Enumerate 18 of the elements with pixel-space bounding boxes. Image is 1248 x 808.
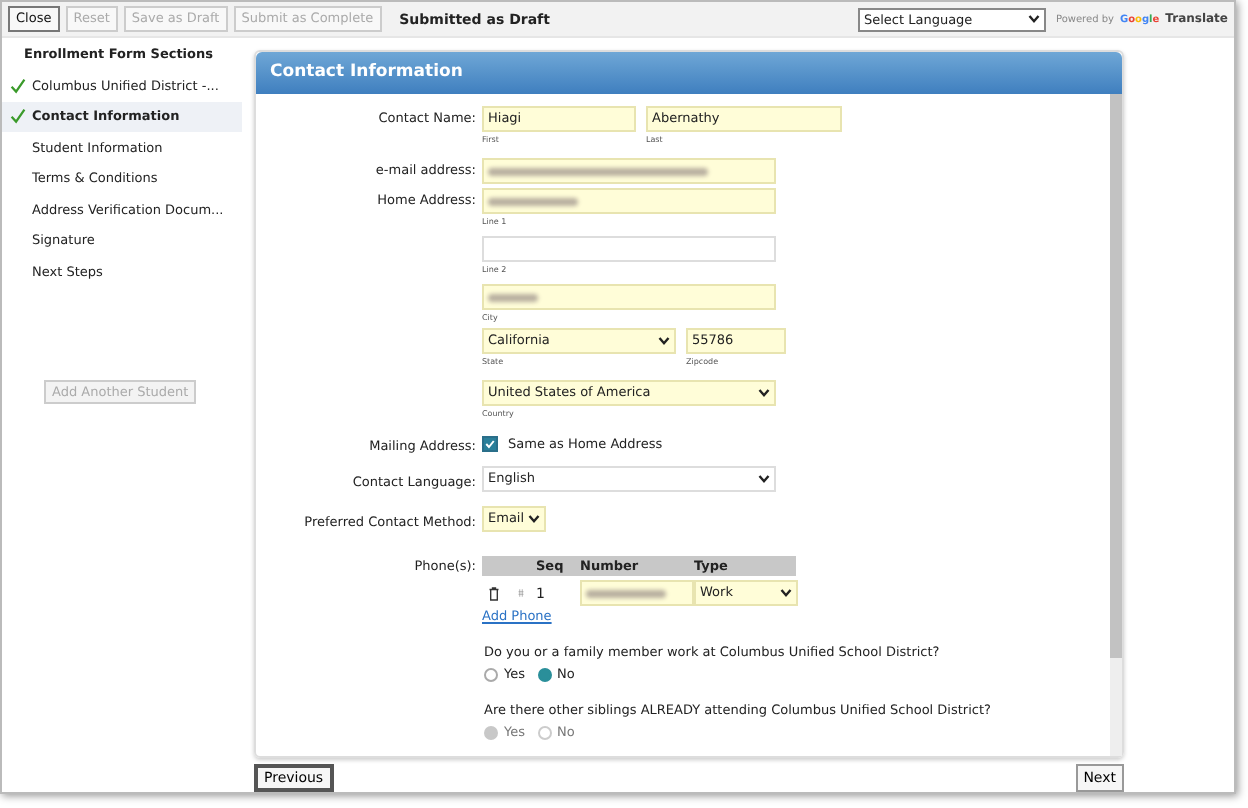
phone-number-field[interactable] [580, 580, 694, 606]
chevron-icon [758, 388, 770, 398]
chevron-icon [780, 588, 792, 598]
city-field[interactable] [482, 284, 776, 310]
radio-button[interactable] [484, 667, 498, 681]
email-field[interactable] [482, 158, 776, 184]
address-line-field[interactable] [482, 236, 776, 262]
chevron-icon [758, 474, 770, 484]
trash-icon[interactable] [488, 585, 500, 601]
address-line-field[interactable] [482, 188, 776, 214]
chevron-icon [1027, 14, 1040, 24]
mailing-checkbox[interactable] [482, 436, 498, 452]
panel-header: Contact Information [256, 52, 1122, 94]
chevron-icon [658, 336, 670, 346]
drag-handle-icon[interactable] [516, 588, 526, 598]
chevron-icon [528, 514, 541, 524]
radio-button[interactable] [537, 667, 551, 681]
scrollbar[interactable] [1110, 94, 1122, 756]
